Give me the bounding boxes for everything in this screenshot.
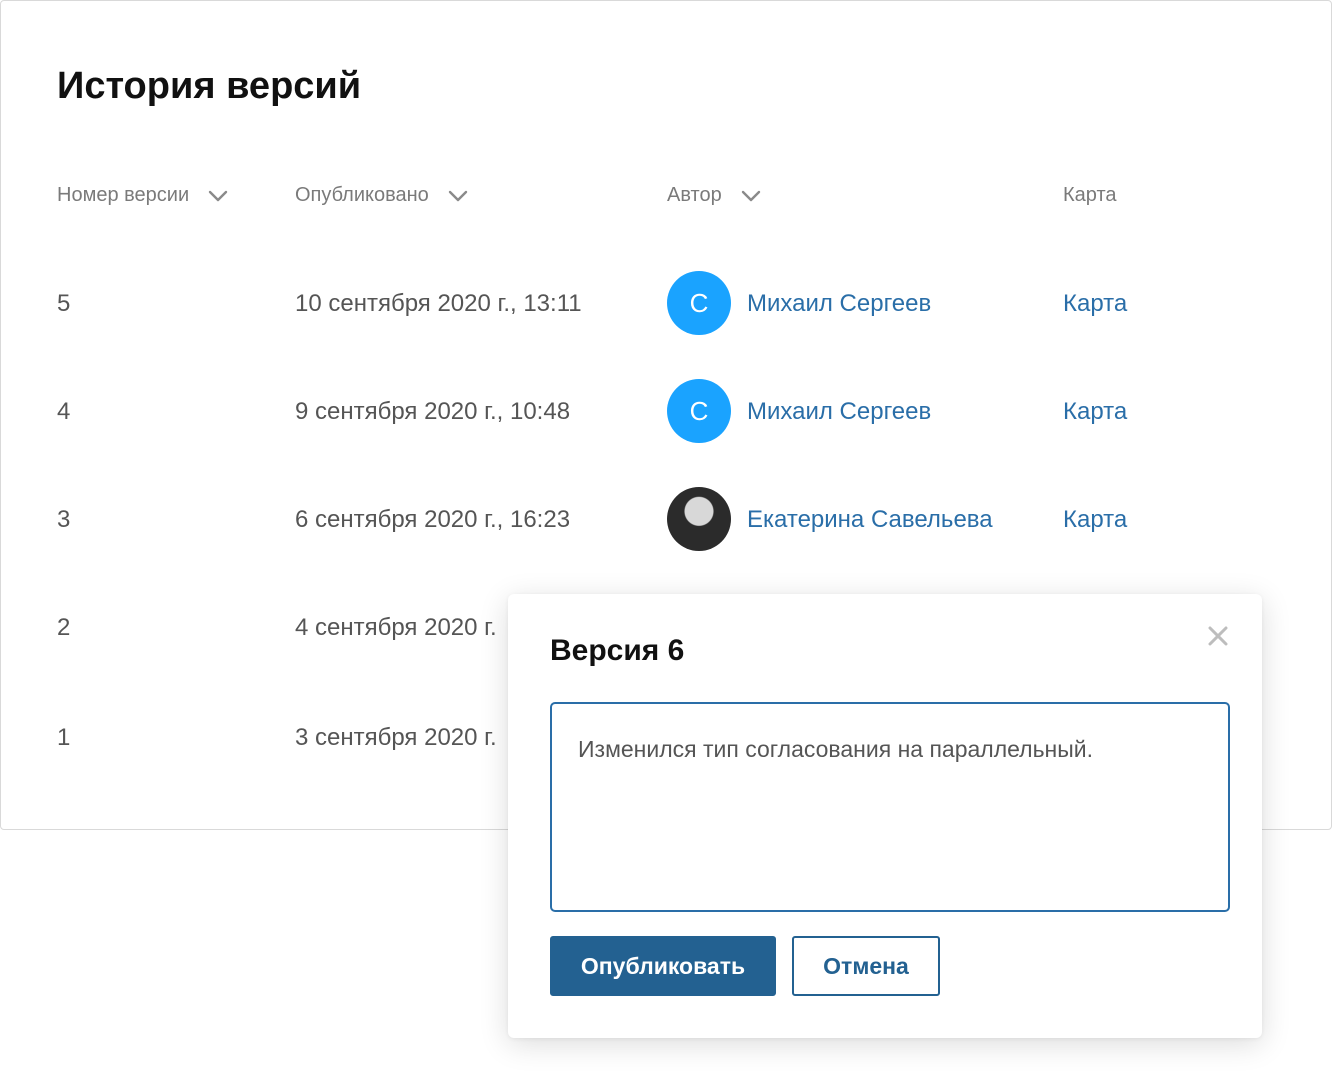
column-header-author[interactable]: Автор — [667, 184, 762, 207]
column-header-label: Карта — [1063, 184, 1117, 206]
map-link[interactable]: Карта — [1063, 505, 1127, 535]
column-header-version[interactable]: Номер версии — [57, 184, 229, 207]
published-date: 10 сентября 2020 г., 13:11 — [295, 290, 582, 317]
column-header-published[interactable]: Опубликовано — [295, 184, 469, 207]
cancel-button[interactable]: Отмена — [792, 936, 940, 996]
author-link[interactable]: Михаил Сергеев — [747, 397, 931, 427]
published-date: 9 сентября 2020 г., 10:48 — [295, 398, 571, 425]
version-number: 5 — [57, 290, 71, 317]
page-title: История версий — [57, 65, 362, 107]
column-header-label: Автор — [667, 184, 722, 206]
chevron-down-icon[interactable] — [207, 185, 229, 207]
map-link[interactable]: Карта — [1063, 289, 1127, 319]
avatar: С — [667, 379, 731, 443]
dialog-title: Версия 6 — [550, 634, 685, 667]
published-date: 4 сентября 2020 г. — [295, 614, 497, 641]
published-date: 3 сентября 2020 г. — [295, 724, 497, 751]
column-header-label: Опубликовано — [295, 184, 429, 206]
map-link[interactable]: Карта — [1063, 397, 1127, 427]
version-number: 2 — [57, 614, 71, 641]
chevron-down-icon[interactable] — [447, 185, 469, 207]
publish-button[interactable]: Опубликовать — [550, 936, 776, 996]
column-header-label: Номер версии — [57, 184, 190, 206]
chevron-down-icon[interactable] — [740, 185, 762, 207]
version-comment-input[interactable]: Изменился тип согласования на параллельн… — [550, 702, 1230, 912]
version-number: 3 — [57, 506, 71, 533]
avatar: С — [667, 271, 731, 335]
author-link[interactable]: Екатерина Савельева — [747, 505, 993, 535]
column-header-map: Карта — [1063, 184, 1117, 207]
close-icon[interactable] — [1204, 622, 1232, 650]
version-number: 1 — [57, 724, 71, 751]
publish-version-dialog: Версия 6 Изменился тип согласования на п… — [508, 594, 1262, 1038]
author-link[interactable]: Михаил Сергеев — [747, 289, 931, 319]
version-number: 4 — [57, 398, 71, 425]
published-date: 6 сентября 2020 г., 16:23 — [295, 506, 571, 533]
avatar — [667, 487, 731, 551]
